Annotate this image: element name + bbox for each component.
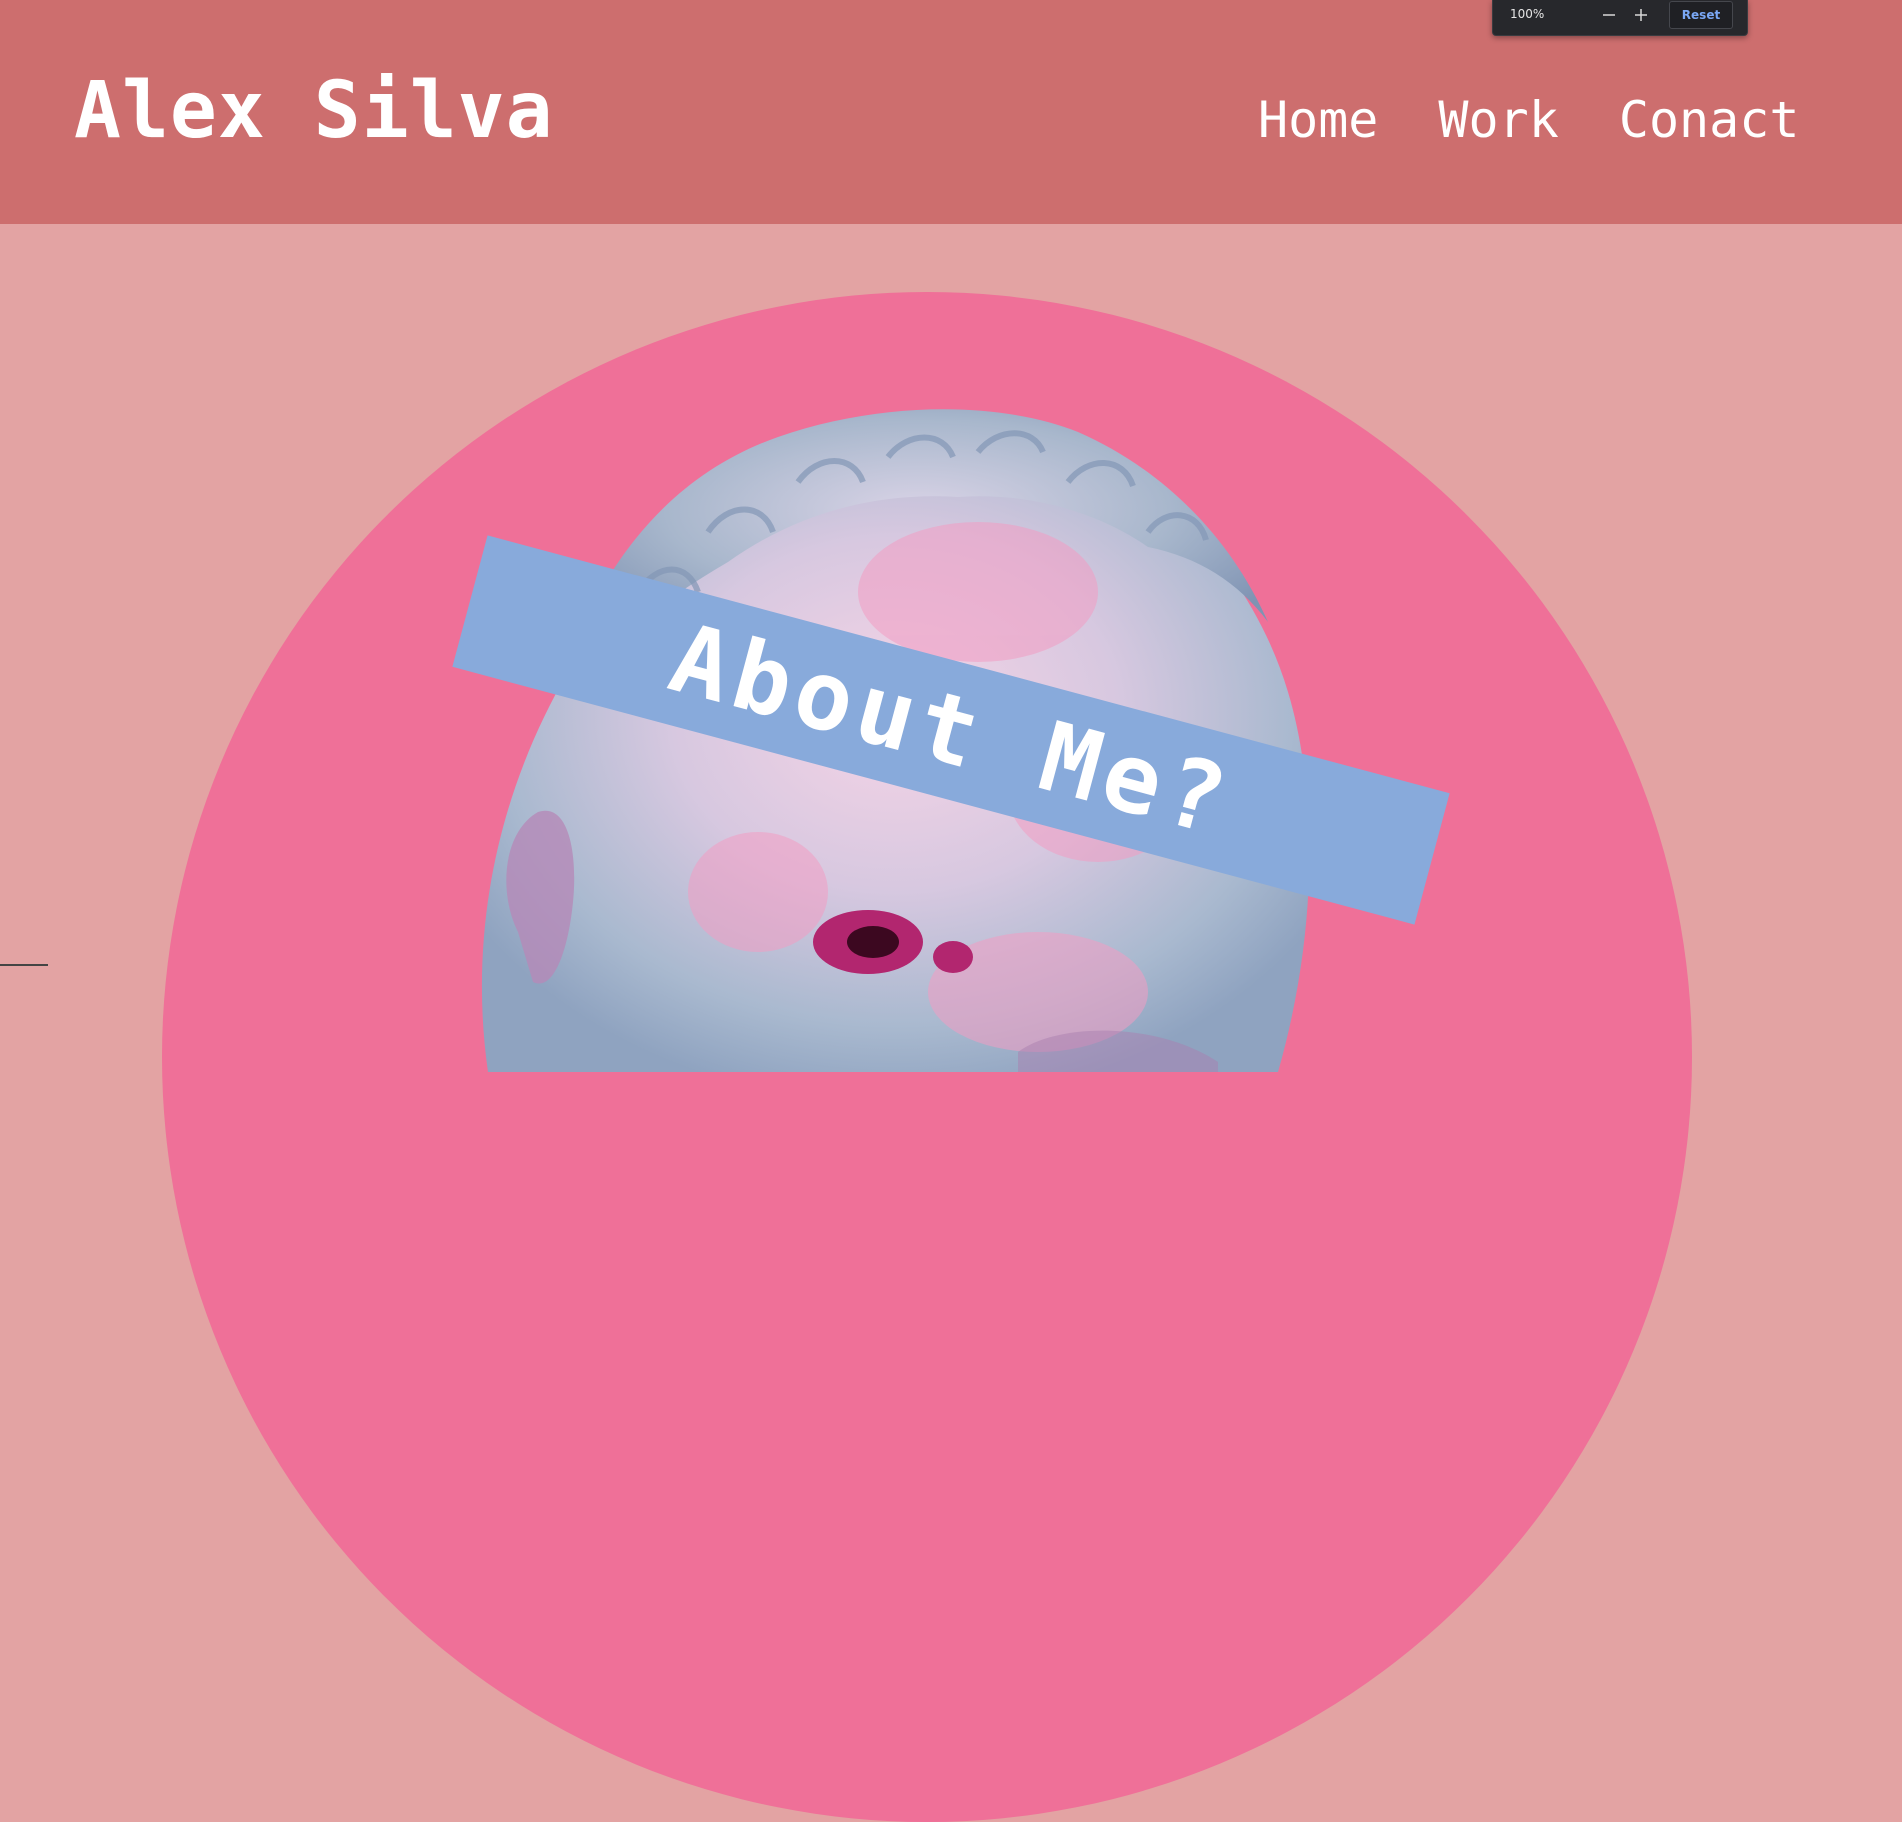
- plus-icon: [1635, 9, 1647, 21]
- site-logo-title[interactable]: Alex Silva: [74, 64, 554, 158]
- main-nav: Home Work Conact: [1258, 88, 1799, 152]
- nav-link-home[interactable]: Home: [1258, 88, 1378, 152]
- zoom-reset-button[interactable]: Reset: [1669, 1, 1733, 29]
- zoom-in-button[interactable]: [1629, 4, 1653, 26]
- nav-link-work[interactable]: Work: [1438, 88, 1558, 152]
- minus-icon: [1603, 14, 1615, 16]
- nav-link-contact[interactable]: Conact: [1619, 88, 1800, 152]
- zoom-level: 100%: [1510, 7, 1545, 21]
- zoom-out-button[interactable]: [1597, 4, 1621, 26]
